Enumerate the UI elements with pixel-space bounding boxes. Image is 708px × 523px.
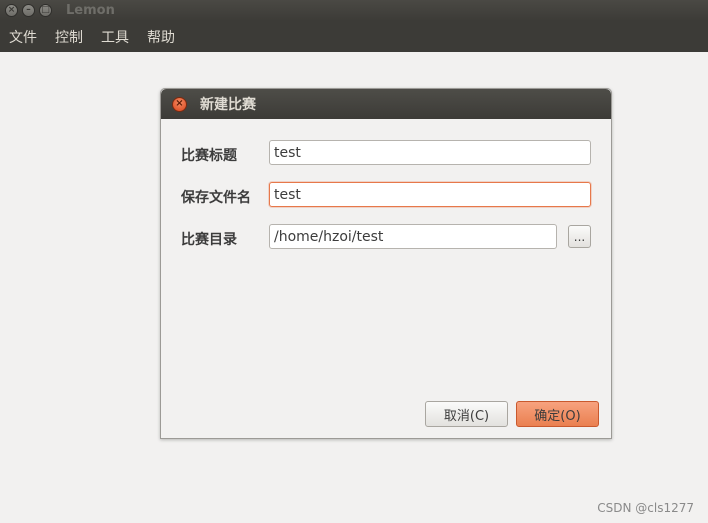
contest-dir-label: 比赛目录: [181, 232, 237, 248]
menu-control[interactable]: 控制: [55, 27, 83, 47]
window-close-button[interactable]: ×: [5, 4, 18, 17]
new-contest-dialog: × 新建比赛 比赛标题 保存文件名 比赛目录 ... 取消(C) 确定(O): [160, 88, 612, 439]
window-titlebar: × – □ Lemon: [0, 0, 708, 21]
menu-help[interactable]: 帮助: [147, 27, 175, 47]
menu-tools[interactable]: 工具: [101, 27, 129, 47]
save-filename-label: 保存文件名: [181, 190, 251, 206]
dialog-title: 新建比赛: [200, 97, 256, 113]
browse-dir-button[interactable]: ...: [568, 225, 591, 248]
cancel-button[interactable]: 取消(C): [425, 401, 508, 427]
window-minimize-button[interactable]: –: [22, 4, 35, 17]
menu-file[interactable]: 文件: [9, 27, 37, 47]
window-maximize-button[interactable]: □: [39, 4, 52, 17]
dialog-close-button[interactable]: ×: [172, 96, 187, 112]
contest-dir-input[interactable]: [269, 224, 557, 249]
window-title: Lemon: [66, 3, 115, 18]
contest-title-label: 比赛标题: [181, 148, 237, 164]
close-icon: ×: [175, 98, 184, 109]
watermark: CSDN @cls1277: [597, 501, 694, 515]
save-filename-input[interactable]: [269, 182, 591, 207]
close-icon: ×: [7, 5, 16, 15]
menubar: 文件 控制 工具 帮助: [0, 21, 708, 52]
contest-title-input[interactable]: [269, 140, 591, 165]
ok-button[interactable]: 确定(O): [516, 401, 599, 427]
maximize-icon: □: [41, 5, 50, 15]
minimize-icon: –: [26, 5, 31, 15]
dialog-titlebar: × 新建比赛: [161, 89, 611, 119]
